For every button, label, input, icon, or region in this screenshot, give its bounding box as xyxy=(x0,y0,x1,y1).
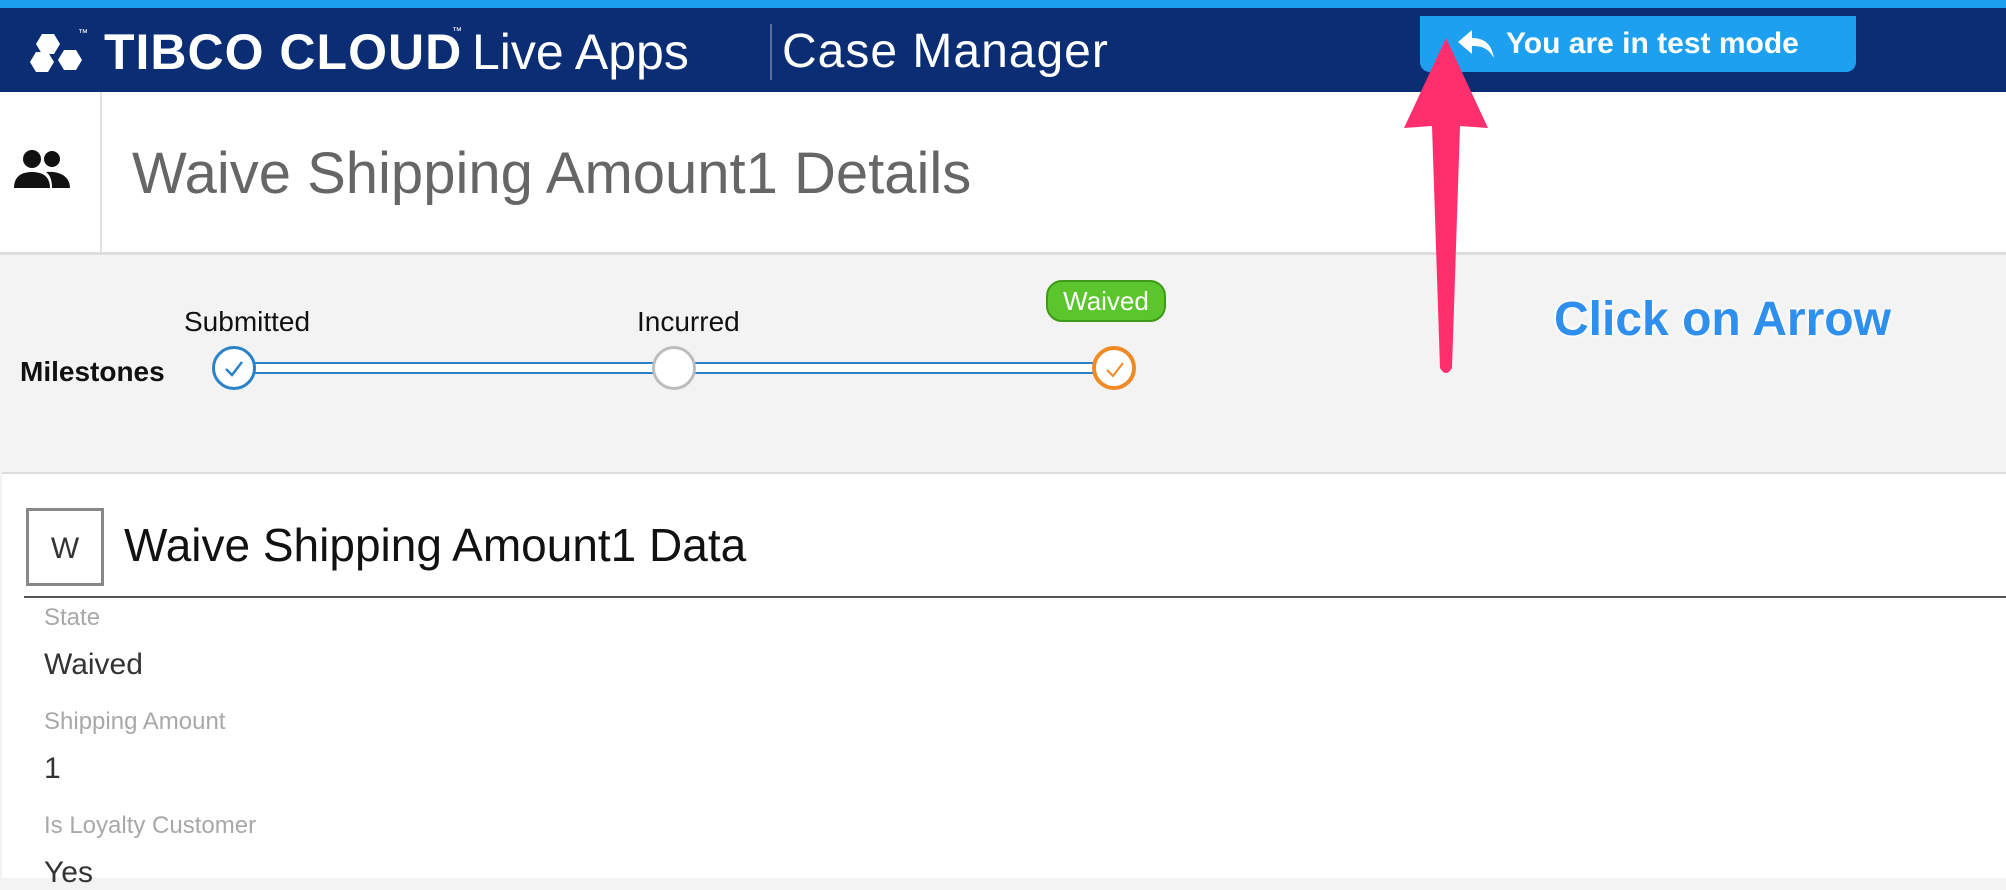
field-label-shipping-amount: Shipping Amount xyxy=(44,708,226,735)
card-letter-icon: W xyxy=(26,508,104,586)
app-header: ™ TIBCO CLOUD ™ Live Apps Case Manager Y… xyxy=(0,8,2006,92)
card-divider xyxy=(24,596,2006,598)
check-icon xyxy=(1106,362,1124,378)
annotation-arrow-icon xyxy=(1404,38,1488,373)
brand-name: TIBCO CLOUD xyxy=(104,24,463,80)
instruction-annotation: Click on Arrow xyxy=(1554,293,1891,346)
case-title-bar: Waive Shipping Amount1 Details xyxy=(0,92,2006,255)
case-data-card: W Waive Shipping Amount1 Data State Waiv… xyxy=(2,472,2006,889)
field-label-loyalty-customer: Is Loyalty Customer xyxy=(44,812,257,839)
product-name: Live Apps xyxy=(472,24,689,80)
milestones-label: Milestones xyxy=(20,356,165,387)
milestone-node-submitted[interactable] xyxy=(212,346,256,390)
milestone-label-incurred: Incurred xyxy=(637,306,740,337)
page-title: Waive Shipping Amount1 Details xyxy=(132,141,972,206)
field-value-state: Waived xyxy=(44,648,143,681)
field-label-state: State xyxy=(44,604,101,631)
people-icon xyxy=(14,150,70,188)
trademark-mark: ™ xyxy=(78,28,88,39)
top-accent-bar xyxy=(0,0,2006,8)
card-title: Waive Shipping Amount1 Data xyxy=(124,519,747,571)
app-title[interactable]: Case Manager xyxy=(782,22,1109,82)
test-mode-label: You are in test mode xyxy=(1506,27,1799,60)
milestone-badge-waived: Waived xyxy=(1046,280,1166,322)
trademark-mark: ™ xyxy=(452,26,462,37)
milestone-label-submitted: Submitted xyxy=(184,306,311,337)
field-value-loyalty-customer: Yes xyxy=(44,856,93,889)
field-value-shipping-amount: 1 xyxy=(44,752,61,785)
header-divider xyxy=(770,24,772,80)
milestone-node-waived[interactable] xyxy=(1092,346,1136,390)
check-icon xyxy=(225,361,243,377)
milestone-node-incurred[interactable] xyxy=(652,346,696,390)
title-separator xyxy=(100,92,102,252)
